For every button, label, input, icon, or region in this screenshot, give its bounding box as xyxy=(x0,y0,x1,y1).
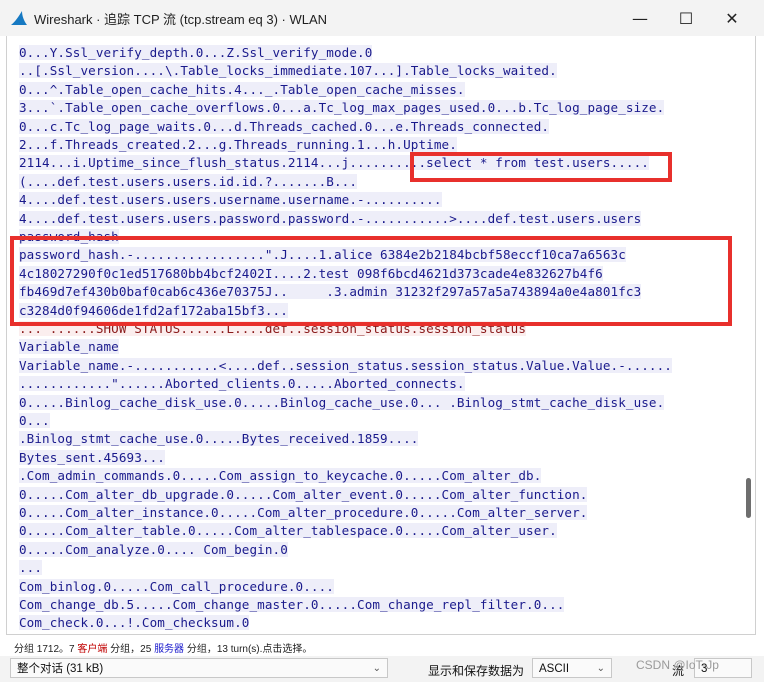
status-suffix: 分组，13 turn(s).点击选择。 xyxy=(184,644,313,655)
client-text: 0.....Com_alter_db_upgrade.0.....Com_alt… xyxy=(19,486,588,502)
stream-line: Variable_name.-...........<....def..sess… xyxy=(19,357,672,375)
client-text: ............"......Aborted_clients.0....… xyxy=(19,376,465,392)
stream-line: 4....def.test.users.users.password.passw… xyxy=(19,210,642,228)
password-hash-highlight-box xyxy=(10,236,732,326)
wireshark-fin-icon xyxy=(11,11,27,25)
client-text: Bytes_sent.45693... xyxy=(19,449,165,465)
close-icon: ✕ xyxy=(725,8,739,28)
maximize-icon: ☐ xyxy=(678,8,694,28)
client-text: Com_change_db.5.....Com_change_master.0.… xyxy=(19,597,565,612)
client-text: 0...Y.Ssl_verify_depth.0...Z.Ssl_verify_… xyxy=(19,45,373,60)
stream-line: (....def.test.users.users.id.id.?.......… xyxy=(19,173,358,191)
client-text: Variable_name xyxy=(19,339,119,355)
stream-line: 0... xyxy=(19,412,50,430)
format-select[interactable]: ASCII ⌄ xyxy=(532,658,612,678)
status-middle: 分组，25 xyxy=(107,644,155,655)
chevron-down-icon: ⌄ xyxy=(372,663,381,674)
stream-content-pane[interactable]: 0...Y.Ssl_verify_depth.0...Z.Ssl_verify_… xyxy=(6,36,756,635)
query-highlight-box xyxy=(410,152,672,182)
client-text: 0...c.Tc_log_page_waits.0...d.Threads_ca… xyxy=(19,118,550,134)
stream-line: Com_binlog.0.....Com_call_procedure.0...… xyxy=(19,578,334,596)
stream-line: ... xyxy=(19,559,43,577)
client-text: .Binlog_stmt_cache_use.0.....Bytes_recei… xyxy=(19,431,419,447)
stream-line: 0.....Binlog_cache_disk_use.0.....Binlog… xyxy=(19,394,665,412)
stream-line: 0.....Com_alter_instance.0.....Com_alter… xyxy=(19,504,588,522)
client-text: 0... xyxy=(19,413,50,428)
status-server-label: 服务器 xyxy=(154,644,185,655)
title-bar: Wireshark · 追踪 TCP 流 (tcp.stream eq 3) ·… xyxy=(0,0,764,36)
client-text: Com_binlog.0.....Com_call_procedure.0...… xyxy=(19,578,334,594)
format-select-value: ASCII xyxy=(539,663,570,675)
window-title: Wireshark · 追踪 TCP 流 (tcp.stream eq 3) ·… xyxy=(34,12,328,27)
client-text: .Com_admin_commands.0.....Com_assign_to_… xyxy=(19,468,542,484)
stream-line: 0...c.Tc_log_page_waits.0...d.Threads_ca… xyxy=(19,118,550,136)
client-text: 0.....Com_alter_table.0.....Com_alter_ta… xyxy=(19,523,557,539)
client-text: 4....def.test.users.users.password.passw… xyxy=(19,210,642,226)
client-text: 4....def.test.users.users.username.usern… xyxy=(19,192,442,208)
conversation-select[interactable]: 整个对话 (31 kB) ⌄ xyxy=(10,658,388,678)
chevron-down-icon: ⌄ xyxy=(596,663,605,674)
close-button[interactable]: ✕ xyxy=(710,0,754,36)
minimize-button[interactable]: — xyxy=(618,0,662,36)
format-label: 显示和保存数据为 xyxy=(428,664,525,678)
minimize-icon: — xyxy=(632,8,648,28)
client-text: 0.....Com_analyze.0.... Com_begin.0 xyxy=(19,541,288,557)
stream-line: Bytes_sent.45693... xyxy=(19,449,165,467)
status-prefix: 分组 1712。7 xyxy=(14,644,78,655)
stream-line: ............"......Aborted_clients.0....… xyxy=(19,375,465,393)
stream-line: .Com_admin_commands.0.....Com_assign_to_… xyxy=(19,467,542,485)
stream-line: 4....def.test.users.users.username.usern… xyxy=(19,191,442,209)
stream-line: 0...^.Table_open_cache_hits.4..._.Table_… xyxy=(19,81,465,99)
client-text: ..[.Ssl_version....\.Table_locks_immedia… xyxy=(19,63,557,79)
maximize-button[interactable]: ☐ xyxy=(664,0,708,36)
client-text: 3...`.Table_open_cache_overflows.0...a.T… xyxy=(19,100,665,116)
stream-line: Com_change_db.5.....Com_change_master.0.… xyxy=(19,596,565,614)
scrollbar-thumb[interactable] xyxy=(746,478,751,518)
stream-line: 0.....Com_alter_db_upgrade.0.....Com_alt… xyxy=(19,486,588,504)
conversation-select-value: 整个对话 (31 kB) xyxy=(17,663,104,675)
stream-line: .Binlog_stmt_cache_use.0.....Bytes_recei… xyxy=(19,430,419,448)
client-text: 0...^.Table_open_cache_hits.4..._.Table_… xyxy=(19,81,465,97)
status-client-label: 客户端 xyxy=(77,644,108,655)
stream-line: 0.....Com_analyze.0.... Com_begin.0 xyxy=(19,541,288,559)
stream-line: ..[.Ssl_version....\.Table_locks_immedia… xyxy=(19,62,557,80)
stream-line: 2...f.Threads_created.2...g.Threads_runn… xyxy=(19,136,457,154)
status-bar: 分组 1712。7 客户端 分组，25 服务器 分组，13 turn(s).点击… xyxy=(14,640,312,655)
client-text: ... xyxy=(19,560,43,576)
stream-line: 3...`.Table_open_cache_overflows.0...a.T… xyxy=(19,99,665,117)
stream-line: 0...Y.Ssl_verify_depth.0...Z.Ssl_verify_… xyxy=(19,44,373,62)
client-text: 0.....Com_alter_instance.0.....Com_alter… xyxy=(19,505,588,520)
client-text: Com_check.0...!.Com_checksum.0 xyxy=(19,615,250,631)
client-text: (....def.test.users.users.id.id.?.......… xyxy=(19,173,358,189)
vertical-scrollbar[interactable] xyxy=(743,36,753,634)
client-text: 2...f.Threads_created.2...g.Threads_runn… xyxy=(19,137,457,152)
client-text: Variable_name.-...........<....def..sess… xyxy=(19,357,672,373)
client-text: 0.....Binlog_cache_disk_use.0.....Binlog… xyxy=(19,394,665,410)
stream-line: 0.....Com_alter_table.0.....Com_alter_ta… xyxy=(19,522,557,540)
stream-line: Com_check.0...!.Com_checksum.0 xyxy=(19,614,250,632)
watermark: CSDN @IoT-Jp xyxy=(636,658,719,672)
stream-line: Variable_name xyxy=(19,338,119,356)
